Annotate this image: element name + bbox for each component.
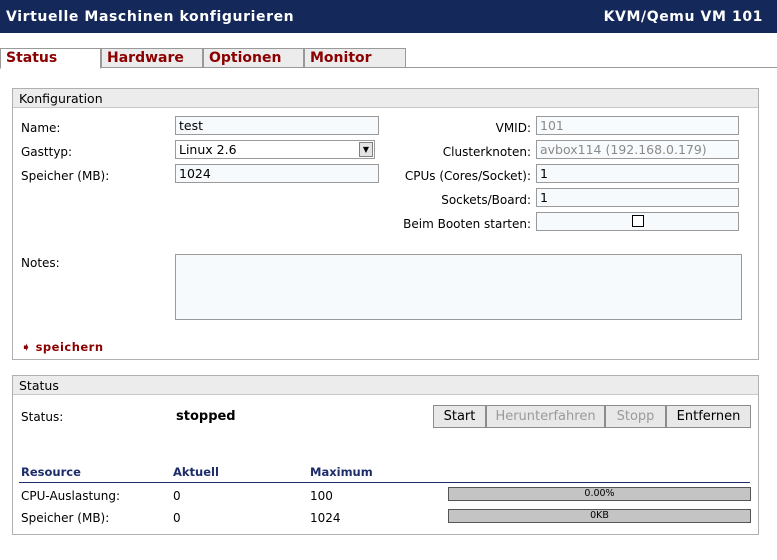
title-bar: Virtuelle Maschinen konfigurieren KVM/Qe…: [0, 0, 777, 33]
sockets-input[interactable]: 1: [536, 188, 739, 207]
column-header-current: Aktuell: [173, 465, 219, 479]
column-header-maximum: Maximum: [310, 465, 373, 479]
notes-label: Notes:: [21, 256, 60, 270]
row-cpu-current: 0: [173, 489, 181, 503]
row-cpu-resource: CPU-Auslastung:: [21, 489, 121, 503]
tab-strip-line: [405, 67, 777, 68]
cluster-node-input[interactable]: avbox114 (192.168.0.179): [536, 140, 739, 159]
boot-start-label: Beim Booten starten:: [403, 217, 531, 231]
tab-hardware[interactable]: Hardware: [101, 48, 203, 68]
boot-start-field: [536, 212, 739, 231]
memory-input[interactable]: 1024: [175, 164, 379, 183]
tab-options[interactable]: Optionen: [203, 48, 304, 68]
status-panel: Status Status: stopped Start Herunterfah…: [12, 375, 759, 535]
status-label: Status:: [21, 410, 64, 424]
row-cpu-maximum: 100: [310, 489, 333, 503]
cpus-input[interactable]: 1: [536, 164, 739, 183]
cluster-node-label: Clusterknoten:: [442, 145, 531, 159]
status-panel-header: Status: [13, 376, 758, 395]
row-memory-maximum: 1024: [310, 511, 341, 525]
notes-textarea[interactable]: [175, 254, 742, 320]
tab-monitor[interactable]: Monitor: [304, 48, 406, 68]
save-link[interactable]: ➧ speichern: [21, 340, 104, 354]
stop-button[interactable]: Stopp: [605, 405, 666, 428]
arrow-right-icon: ➧: [21, 340, 32, 354]
column-header-resource: Resource: [21, 465, 81, 479]
guest-type-value: Linux 2.6: [179, 142, 237, 157]
window-title: Virtuelle Maschinen konfigurieren: [6, 9, 295, 25]
cpus-label: CPUs (Cores/Socket):: [404, 169, 531, 183]
shutdown-button[interactable]: Herunterfahren: [486, 405, 605, 428]
guest-type-select[interactable]: Linux 2.6 ▼: [175, 140, 375, 159]
vmid-label: VMID:: [495, 121, 531, 135]
table-header-rule: [19, 482, 750, 483]
config-panel: Konfiguration Name: test Gasttyp: Linux …: [12, 88, 759, 360]
boot-start-checkbox[interactable]: [632, 215, 644, 227]
config-panel-header: Konfiguration: [13, 89, 758, 108]
status-value: stopped: [176, 409, 236, 424]
memory-usage-bar: 0KB: [448, 509, 751, 523]
row-memory-resource: Speicher (MB):: [21, 511, 110, 525]
remove-button[interactable]: Entfernen: [666, 405, 751, 428]
name-label: Name:: [21, 121, 61, 135]
guest-type-label: Gasttyp:: [21, 145, 73, 159]
name-input[interactable]: test: [175, 116, 379, 135]
memory-label: Speicher (MB):: [21, 169, 110, 183]
row-memory-current: 0: [173, 511, 181, 525]
tab-status[interactable]: Status: [0, 48, 101, 69]
sockets-label: Sockets/Board:: [441, 193, 531, 207]
vm-title: KVM/Qemu VM 101: [603, 9, 763, 25]
vm-action-buttons: Start Herunterfahren Stopp Entfernen: [433, 405, 751, 428]
cpu-usage-bar: 0.00%: [448, 487, 751, 501]
save-label: speichern: [35, 340, 104, 354]
start-button[interactable]: Start: [433, 405, 486, 428]
vmid-input[interactable]: 101: [536, 116, 739, 135]
